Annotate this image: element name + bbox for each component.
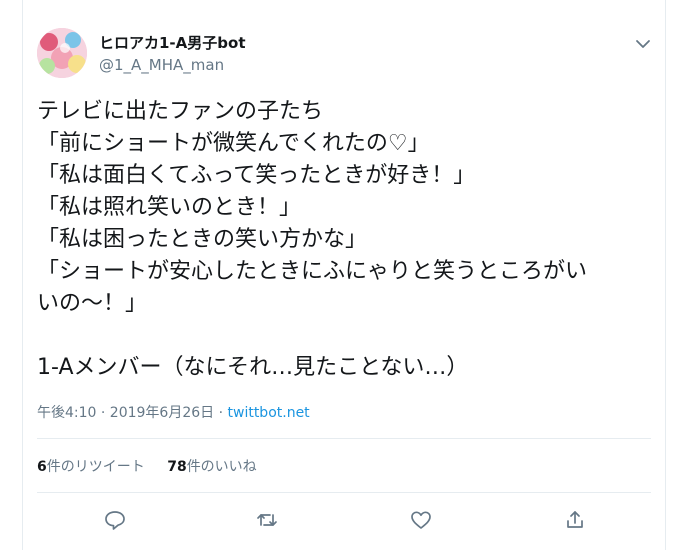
tweet-card: ヒロアカ1-A男子bot @1_A_MHA_man テレビに出たファンの子たち … xyxy=(22,0,666,550)
like-stat[interactable]: 78件のいいね xyxy=(167,459,256,475)
action-bar xyxy=(23,504,665,538)
retweet-label: 件のリツイート xyxy=(46,459,145,475)
like-icon[interactable] xyxy=(409,508,433,532)
tweet-line: 1-Aメンバー（なにそれ…見たことない…） xyxy=(37,355,469,380)
divider xyxy=(37,438,651,439)
meta-separator: · xyxy=(214,405,228,421)
tweet-stats: 6件のリツイート 78件のいいね xyxy=(37,456,275,476)
source-link[interactable]: twittbot.net xyxy=(228,405,310,421)
chevron-down-icon[interactable] xyxy=(633,34,653,54)
tweet-line: 「前にショートが微笑んでくれたの♡」 xyxy=(37,131,430,156)
tweet-line: テレビに出たファンの子たち xyxy=(37,99,324,124)
share-icon[interactable] xyxy=(563,508,587,532)
reply-icon[interactable] xyxy=(103,508,127,532)
tweet-meta: 午後4:10 · 2019年6月26日 · twittbot.net xyxy=(37,402,310,422)
user-handle[interactable]: @1_A_MHA_man xyxy=(99,56,224,74)
like-count: 78 xyxy=(167,459,187,475)
avatar[interactable] xyxy=(37,28,87,78)
display-name[interactable]: ヒロアカ1-A男子bot xyxy=(99,32,246,53)
retweet-stat[interactable]: 6件のリツイート xyxy=(37,459,145,475)
divider xyxy=(37,492,651,493)
tweet-line xyxy=(37,320,651,352)
tweet-text: テレビに出たファンの子たち 「前にショートが微笑んでくれたの♡」 「私は面白くて… xyxy=(37,96,651,384)
tweet-line: 「私は困ったときの笑い方かな」 xyxy=(37,227,368,252)
timestamp[interactable]: 午後4:10 · 2019年6月26日 xyxy=(37,405,214,421)
retweet-count: 6 xyxy=(37,459,47,475)
tweet-line: 「私は面白くてふって笑ったときが好き！」 xyxy=(37,163,476,188)
tweet-line: いの～！」 xyxy=(37,291,148,316)
like-label: 件のいいね xyxy=(186,459,257,475)
tweet-line: 「私は照れ笑いのとき！」 xyxy=(37,195,302,220)
avatar-image xyxy=(37,28,87,78)
tweet-line: 「ショートが安心したときにふにゃりと笑うところがい xyxy=(37,259,588,284)
retweet-icon[interactable] xyxy=(255,508,279,532)
